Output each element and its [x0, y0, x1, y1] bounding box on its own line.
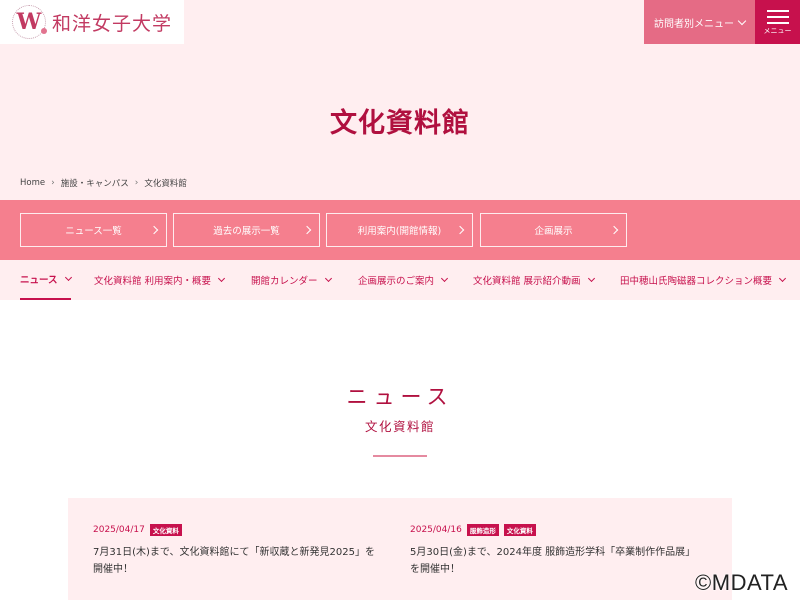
arrow-right-icon — [149, 225, 159, 235]
breadcrumb-current: 文化資料館 — [144, 179, 187, 189]
usage-guide-button[interactable]: 利用案内(開館情報) — [326, 213, 473, 247]
logo-letter: W — [16, 9, 42, 35]
news-date: 2025/04/17 — [93, 525, 145, 535]
tab-usage-overview[interactable]: 文化資料館 利用案内・概要 — [94, 260, 226, 300]
watermark: ©MDATA — [695, 570, 788, 595]
button-label: 利用案内(開館情報) — [357, 226, 442, 237]
chevron-down-icon — [587, 274, 595, 282]
hamburger-icon — [766, 9, 789, 24]
visitor-menu-label: 訪問者別メニュー — [654, 18, 734, 30]
chevron-right-icon: › — [134, 178, 139, 188]
button-label: ニュース一覧 — [65, 226, 122, 237]
tab-label: 開館カレンダー — [251, 276, 318, 287]
tab-calendar[interactable]: 開館カレンダー — [251, 260, 332, 300]
tab-exhibition-info[interactable]: 企画展示のご案内 — [358, 260, 449, 300]
chevron-down-icon — [737, 16, 747, 26]
button-label: 企画展示 — [534, 226, 573, 237]
chevron-down-icon — [778, 274, 787, 282]
tab-label: ニュース — [20, 275, 58, 286]
arrow-right-icon — [302, 225, 312, 235]
past-exhibitions-button[interactable]: 過去の展示一覧 — [173, 213, 320, 247]
category-badge: 文化資料 — [503, 524, 536, 536]
news-date: 2025/04/16 — [410, 525, 462, 535]
news-subheading: 文化資料館 — [364, 419, 435, 434]
tab-label: 企画展示のご案内 — [358, 276, 435, 287]
chevron-down-icon — [440, 274, 449, 282]
news-meta: 2025/04/16 服飾造形 文化資料 — [410, 524, 700, 536]
chevron-down-icon — [64, 273, 72, 281]
menu-button[interactable]: メニュー — [755, 0, 800, 44]
tab-ceramics-collection[interactable]: 田中穂山氏陶磁器コレクション概要 — [620, 260, 787, 300]
news-item[interactable]: 2025/04/17 文化資料 7月31日(木)まで、文化資料館にて「新収蔵と新… — [93, 524, 383, 578]
news-list-button[interactable]: ニュース一覧 — [20, 213, 167, 247]
tab-label: 田中穂山氏陶磁器コレクション概要 — [620, 276, 773, 287]
news-list: 2025/04/17 文化資料 7月31日(木)まで、文化資料館にて「新収蔵と新… — [68, 498, 732, 600]
page-title: 文化資料館 — [330, 108, 470, 139]
menu-label: メニュー — [763, 26, 792, 35]
category-badge: 服飾造形 — [466, 524, 499, 536]
category-badge: 文化資料 — [149, 524, 182, 536]
arrow-right-icon — [455, 225, 465, 235]
breadcrumb-facilities[interactable]: 施設・キャンパス — [61, 177, 129, 189]
arrow-right-icon — [609, 225, 619, 235]
site-header: W 和洋女子大学 訪問者別メニュー メニュー — [0, 0, 800, 44]
news-item[interactable]: 2025/04/16 服飾造形 文化資料 5月30日(金)まで、2024年度 服… — [410, 524, 700, 578]
special-exhibition-button[interactable]: 企画展示 — [480, 213, 627, 247]
tab-video[interactable]: 文化資料館 展示紹介動画 — [473, 260, 595, 300]
news-heading: ニュース — [346, 385, 454, 409]
tab-label: 文化資料館 利用案内・概要 — [94, 276, 212, 287]
breadcrumb: Home › 施設・キャンパス › 文化資料館 — [20, 177, 187, 189]
heading-divider — [373, 455, 427, 457]
news-text: 7月31日(木)まで、文化資料館にて「新収蔵と新発見2025」を開催中！ — [93, 547, 375, 575]
quick-link-strip: ニュース一覧 過去の展示一覧 利用案内(開館情報) 企画展示 — [0, 200, 800, 260]
page-hero: 文化資料館 Home › 施設・キャンパス › 文化資料館 — [0, 44, 800, 200]
logo-emblem: W — [12, 5, 47, 39]
breadcrumb-home[interactable]: Home — [20, 178, 45, 188]
tab-news[interactable]: ニュース — [20, 260, 72, 300]
tab-label: 文化資料館 展示紹介動画 — [473, 276, 581, 287]
logo-flower-icon — [41, 28, 47, 34]
section-tab-nav: ニュース 文化資料館 利用案内・概要 開館カレンダー 企画展示のご案内 文化資料… — [0, 260, 800, 300]
news-text: 5月30日(金)まで、2024年度 服飾造形学科「卒業制作作品展」を開催中！ — [410, 547, 696, 575]
visitor-menu-button[interactable]: 訪問者別メニュー — [644, 0, 755, 44]
chevron-right-icon: › — [51, 178, 55, 188]
news-meta: 2025/04/17 文化資料 — [93, 524, 383, 536]
button-label: 過去の展示一覧 — [213, 226, 280, 237]
chevron-down-icon — [324, 274, 332, 282]
chevron-down-icon — [217, 274, 226, 282]
logo-text: 和洋女子大学 — [52, 12, 173, 35]
site-logo[interactable]: W 和洋女子大学 — [0, 0, 184, 44]
